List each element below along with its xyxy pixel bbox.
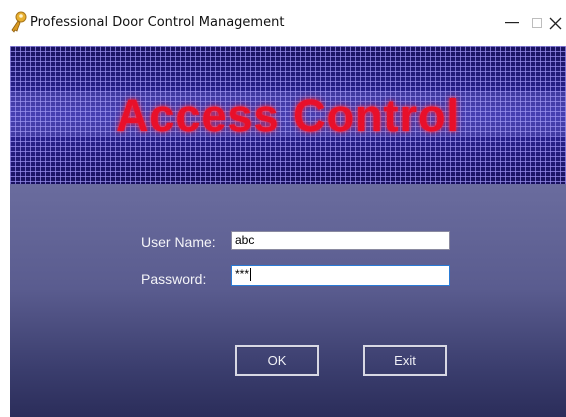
minimize-icon	[505, 22, 519, 24]
exit-button[interactable]: Exit	[363, 345, 447, 376]
password-label: Password:	[141, 271, 207, 287]
login-form: User Name: abc Password: *** OK Exit	[10, 184, 566, 417]
minimize-button[interactable]	[494, 0, 530, 46]
title-bar[interactable]: Professional Door Control Management	[0, 0, 566, 46]
password-input[interactable]: ***	[231, 265, 450, 286]
close-icon	[549, 17, 561, 29]
username-label: User Name:	[141, 234, 216, 250]
ok-button[interactable]: OK	[235, 345, 319, 376]
username-value: abc	[235, 233, 255, 247]
password-value: ***	[235, 267, 250, 281]
maximize-button[interactable]	[530, 0, 544, 46]
close-button[interactable]	[544, 0, 566, 46]
text-caret	[250, 268, 252, 282]
banner-title: Access Control	[115, 90, 461, 141]
app-window: Professional Door Control Management Acc…	[0, 0, 566, 417]
window-title: Professional Door Control Management	[30, 15, 285, 30]
key-icon	[11, 11, 27, 33]
username-input[interactable]: abc	[231, 231, 450, 250]
header-banner: Access Control	[10, 46, 566, 184]
maximize-icon	[532, 18, 542, 28]
